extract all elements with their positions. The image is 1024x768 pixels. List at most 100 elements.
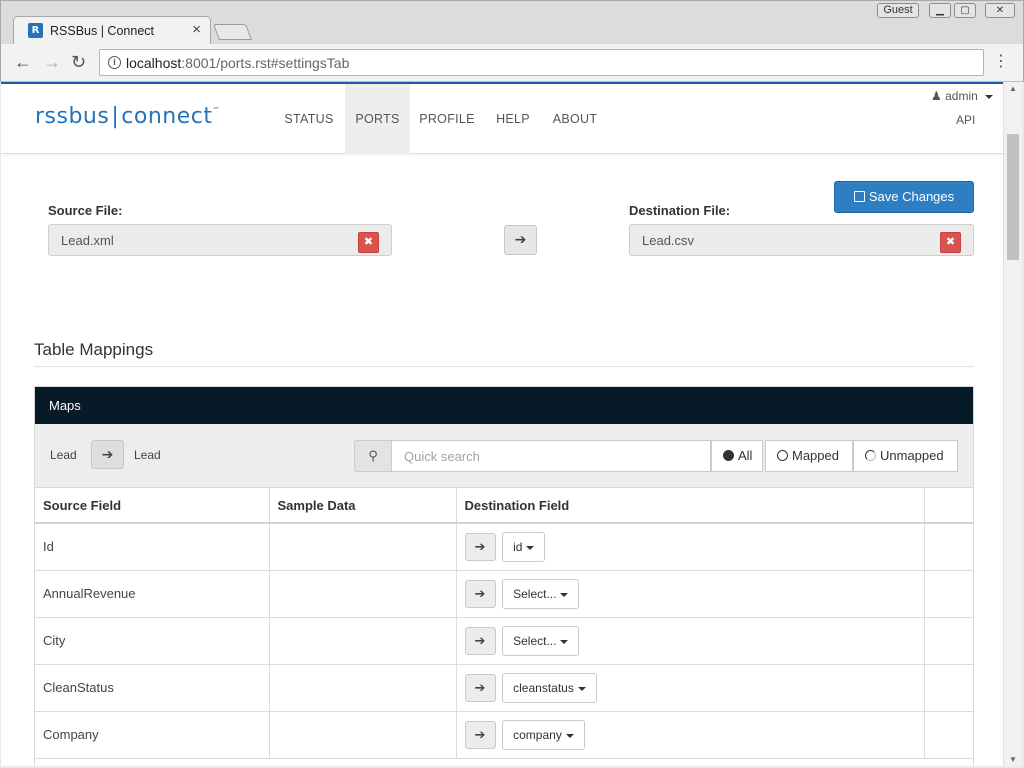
row-extra-cell xyxy=(924,523,973,571)
user-icon: ♟ xyxy=(931,89,942,103)
destination-field-select[interactable]: cleanstatus xyxy=(502,672,597,703)
row-extra-cell xyxy=(924,617,973,665)
source-file-label: Source File: xyxy=(48,203,123,218)
info-icon[interactable]: i xyxy=(108,56,121,69)
mapping-table: Source Field Sample Data Destination Fie… xyxy=(35,488,973,759)
new-tab-button[interactable] xyxy=(213,24,252,40)
user-menu[interactable]: ♟ admin xyxy=(931,89,994,103)
clear-source-button[interactable]: ✖ xyxy=(358,232,379,253)
nav-profile[interactable]: PROFILE xyxy=(414,84,480,154)
radio-empty-icon xyxy=(777,450,788,461)
source-field-cell: Company xyxy=(35,711,270,759)
divider xyxy=(34,366,974,367)
maps-panel-header: Maps xyxy=(35,387,973,424)
source-file-value: Lead.xml xyxy=(61,233,114,248)
destination-table-name: Lead xyxy=(134,448,161,462)
filter-bar: Lead ➔ Lead ⚲ All Mapped Unmapped xyxy=(35,424,973,488)
arrow-right-icon[interactable]: ➔ xyxy=(504,225,537,255)
destination-field-select[interactable]: Select... xyxy=(502,578,580,609)
chevron-down-icon xyxy=(985,95,994,99)
source-file-field[interactable]: Lead.xml ✖ xyxy=(48,224,392,256)
browser-titlebar: R RSSBus | Connect × Guest ▁ ▢ ✕ xyxy=(0,0,1024,45)
nav-status[interactable]: STATUS xyxy=(277,84,341,154)
destination-file-label: Destination File: xyxy=(629,203,731,218)
floppy-icon xyxy=(853,191,865,202)
app-header: rssbus|connect™ STATUS PORTS PROFILE HEL… xyxy=(1,84,1003,154)
source-field-cell: City xyxy=(35,617,270,665)
column-header: Source Field xyxy=(35,488,270,524)
profile-button[interactable]: Guest xyxy=(877,3,919,18)
filter-all-radio[interactable]: All xyxy=(711,440,763,472)
filter-unmapped-radio[interactable]: Unmapped xyxy=(853,440,958,472)
column-header: Sample Data xyxy=(269,488,457,524)
back-icon[interactable]: ← xyxy=(14,52,32,72)
nav-ports[interactable]: PORTS xyxy=(345,84,410,154)
nav-help[interactable]: HELP xyxy=(490,84,536,154)
browser-menu-icon[interactable]: ⋮ xyxy=(993,54,1009,70)
arrow-right-icon[interactable]: ➔ xyxy=(464,626,496,655)
page-scrollbar[interactable]: ▲ ▼ xyxy=(1003,82,1022,766)
arrow-right-icon[interactable]: ➔ xyxy=(464,579,496,608)
filter-mapped-radio[interactable]: Mapped xyxy=(765,440,853,472)
table-row: Company ➔ company xyxy=(35,711,973,759)
source-field-cell: AnnualRevenue xyxy=(35,570,270,618)
save-changes-button[interactable]: Save Changes xyxy=(834,181,974,213)
browser-tab[interactable]: R RSSBus | Connect × xyxy=(13,16,211,45)
url-text[interactable]: localhost:8001/ports.rst#settingsTab xyxy=(126,55,349,71)
source-table-name: Lead xyxy=(50,448,77,462)
sample-data-cell xyxy=(269,664,457,712)
tab-title: RSSBus | Connect xyxy=(50,24,154,38)
address-bar[interactable]: i localhost:8001/ports.rst#settingsTab xyxy=(99,49,984,76)
scroll-down-icon[interactable]: ▼ xyxy=(1009,755,1017,764)
sample-data-cell xyxy=(269,523,457,571)
destination-field-cell: ➔ company xyxy=(456,711,925,759)
arrow-right-icon[interactable]: ➔ xyxy=(464,673,496,702)
column-header: Destination Field xyxy=(456,488,925,524)
destination-field-select[interactable]: Select... xyxy=(502,625,580,656)
forward-icon[interactable]: → xyxy=(43,52,61,72)
minimize-button[interactable]: ▁ xyxy=(929,3,951,18)
quick-search-input[interactable] xyxy=(392,440,711,472)
destination-field-select[interactable]: id xyxy=(502,531,546,562)
favicon-icon: R xyxy=(28,23,43,38)
destination-field-select[interactable]: company xyxy=(502,719,585,750)
radio-partial-icon xyxy=(865,450,876,461)
table-mappings-title: Table Mappings xyxy=(34,340,154,359)
destination-field-cell: ➔ Select... xyxy=(456,617,925,665)
api-link[interactable]: API xyxy=(956,113,975,127)
nav-about[interactable]: ABOUT xyxy=(547,84,603,154)
source-field-cell: CleanStatus xyxy=(35,664,270,712)
table-row: CleanStatus ➔ cleanstatus xyxy=(35,664,973,712)
arrow-right-icon[interactable]: ➔ xyxy=(464,720,496,749)
chevron-down-icon xyxy=(565,733,574,738)
destination-field-cell: ➔ Select... xyxy=(456,570,925,618)
tab-close-button[interactable]: × xyxy=(192,21,201,38)
table-row: Id ➔ id xyxy=(35,523,973,571)
sample-data-cell xyxy=(269,711,457,759)
chevron-down-icon xyxy=(526,545,535,550)
sample-data-cell xyxy=(269,617,457,665)
clear-destination-button[interactable]: ✖ xyxy=(940,232,961,253)
table-row: AnnualRevenue ➔ Select... xyxy=(35,570,973,618)
rssbus-connect-logo[interactable]: rssbus|connect™ xyxy=(35,104,220,129)
reload-icon[interactable]: ↻ xyxy=(71,52,86,72)
chevron-down-icon xyxy=(560,639,569,644)
page-viewport: rssbus|connect™ STATUS PORTS PROFILE HEL… xyxy=(1,82,1003,766)
close-window-button[interactable]: ✕ xyxy=(985,3,1015,18)
scroll-thumb[interactable] xyxy=(1007,134,1019,260)
row-extra-cell xyxy=(924,570,973,618)
row-extra-cell xyxy=(924,711,973,759)
arrow-right-icon[interactable]: ➔ xyxy=(464,532,496,561)
table-row: City ➔ Select... xyxy=(35,617,973,665)
arrow-right-icon[interactable]: ➔ xyxy=(91,440,124,469)
scroll-up-icon[interactable]: ▲ xyxy=(1009,84,1017,93)
destination-field-cell: ➔ cleanstatus xyxy=(456,664,925,712)
sample-data-cell xyxy=(269,570,457,618)
destination-field-cell: ➔ id xyxy=(456,523,925,571)
column-header xyxy=(924,488,973,524)
radio-selected-icon xyxy=(723,450,734,461)
destination-file-field[interactable]: Lead.csv ✖ xyxy=(629,224,974,256)
maximize-button[interactable]: ▢ xyxy=(954,3,976,18)
search-icon[interactable]: ⚲ xyxy=(354,440,392,472)
source-field-cell: Id xyxy=(35,523,270,571)
